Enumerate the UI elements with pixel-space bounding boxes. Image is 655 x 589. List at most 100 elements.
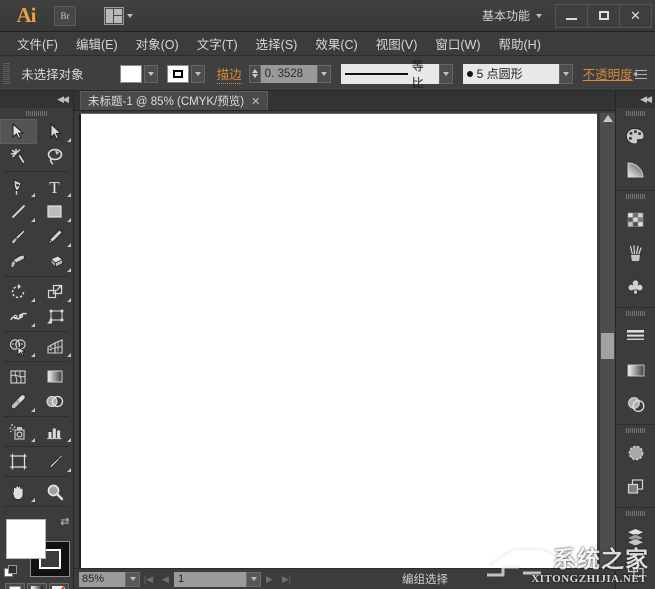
tool-slice[interactable]: [37, 449, 74, 474]
menu-select[interactable]: 选择(S): [247, 31, 307, 56]
panel-icon-swatches[interactable]: [616, 202, 655, 236]
stroke-profile-dropdown[interactable]: [438, 63, 453, 84]
close-button[interactable]: ✕: [619, 3, 652, 28]
tool-eraser[interactable]: [37, 249, 74, 274]
stroke-control[interactable]: [166, 64, 205, 83]
panel-icon-gradient[interactable]: [616, 353, 655, 387]
tool-free-transform[interactable]: [37, 304, 74, 329]
bridge-button[interactable]: Br: [54, 5, 76, 26]
tools-panel-grip[interactable]: [0, 108, 73, 119]
brush-definition-control[interactable]: 5 点圆形: [462, 63, 573, 84]
tool-zoom[interactable]: [37, 479, 74, 504]
menu-help[interactable]: 帮助(H): [490, 31, 550, 56]
panel-icon-stroke[interactable]: [616, 319, 655, 353]
brush-definition-dropdown[interactable]: [558, 63, 573, 84]
panel-icon-gradient-panel[interactable]: [616, 153, 655, 187]
dock-collapse-button[interactable]: ◀◀: [616, 91, 655, 108]
artboard-canvas[interactable]: [79, 113, 597, 568]
chevron-down-icon[interactable]: [127, 13, 133, 18]
tool-artboard[interactable]: [0, 449, 37, 474]
panel-icon-transparency[interactable]: [616, 387, 655, 421]
dock-group-grip[interactable]: [616, 508, 655, 519]
chevron-down-icon[interactable]: [536, 13, 542, 18]
last-artboard-button[interactable]: ▶|: [278, 572, 295, 587]
tool-type[interactable]: T: [37, 174, 74, 199]
menu-view[interactable]: 视图(V): [367, 31, 427, 56]
tool-rotate[interactable]: [0, 279, 37, 304]
menu-object[interactable]: 对象(O): [127, 31, 188, 56]
menu-type[interactable]: 文字(T): [188, 31, 247, 56]
artboard-number-input[interactable]: 1: [174, 571, 246, 587]
menu-file[interactable]: 文件(F): [8, 31, 67, 56]
vertical-scrollbar[interactable]: [599, 113, 615, 568]
stroke-weight-stepper[interactable]: [248, 64, 261, 83]
tools-collapse-button[interactable]: ◀◀: [0, 91, 73, 108]
stroke-weight-dropdown[interactable]: [316, 64, 331, 83]
fill-mode-color[interactable]: [4, 583, 25, 589]
close-icon[interactable]: ✕: [251, 95, 260, 108]
stroke-dropdown[interactable]: [190, 64, 205, 83]
stroke-swatch[interactable]: [166, 64, 189, 83]
panel-icon-symbols[interactable]: [616, 270, 655, 304]
zoom-level-dropdown[interactable]: [125, 571, 140, 587]
fill-mode-gradient[interactable]: [26, 583, 47, 589]
panel-icon-graphic-styles[interactable]: [616, 470, 655, 504]
tool-direct-selection[interactable]: [37, 119, 74, 144]
tool-column-graph[interactable]: [37, 419, 74, 444]
tool-perspective-grid[interactable]: [37, 334, 74, 359]
tool-hand[interactable]: [0, 479, 37, 504]
next-artboard-button[interactable]: ▶: [261, 572, 278, 587]
maximize-button[interactable]: [587, 3, 620, 28]
tool-symbol-sprayer[interactable]: [0, 419, 37, 444]
dock-group-grip[interactable]: [616, 191, 655, 202]
fill-dropdown[interactable]: [143, 64, 158, 83]
stroke-profile-control[interactable]: 等比: [340, 59, 453, 90]
tool-shape-builder[interactable]: [0, 334, 37, 359]
panel-icon-artboards[interactable]: [616, 553, 655, 587]
tool-rectangle[interactable]: [37, 199, 74, 224]
status-text[interactable]: 编组选择: [295, 571, 555, 587]
tool-gradient[interactable]: [37, 364, 74, 389]
double-chevron-left-icon[interactable]: ◀◀: [57, 94, 69, 105]
control-bar-grip[interactable]: [3, 62, 11, 85]
panel-icon-layers[interactable]: [616, 519, 655, 553]
artboard-navigation-dropdown[interactable]: [246, 571, 261, 587]
workspace-switcher[interactable]: 基本功能: [482, 7, 542, 24]
zoom-level-input[interactable]: 85%: [79, 571, 125, 587]
stroke-weight-control[interactable]: 0. 3528: [248, 64, 331, 83]
tool-lasso[interactable]: [37, 144, 74, 169]
stroke-profile-combo[interactable]: 等比: [340, 59, 439, 90]
tool-blend[interactable]: [37, 389, 74, 414]
previous-artboard-button[interactable]: ◀: [157, 572, 174, 587]
tool-width[interactable]: [0, 304, 37, 329]
tool-scale[interactable]: [37, 279, 74, 304]
tool-mesh[interactable]: [0, 364, 37, 389]
tool-blob-brush[interactable]: [0, 249, 37, 274]
fill-mode-none[interactable]: [48, 583, 69, 589]
tool-eyedropper[interactable]: [0, 389, 37, 414]
tool-paintbrush[interactable]: [0, 224, 37, 249]
arrange-documents-button[interactable]: [90, 6, 133, 25]
menu-window[interactable]: 窗口(W): [426, 31, 489, 56]
minimize-button[interactable]: [555, 3, 588, 28]
control-bar-menu-icon[interactable]: [632, 67, 647, 81]
panel-icon-color[interactable]: [616, 119, 655, 153]
menu-edit[interactable]: 编辑(E): [67, 31, 127, 56]
fill-control[interactable]: [119, 64, 158, 83]
tool-pencil[interactable]: [37, 224, 74, 249]
stroke-weight-label[interactable]: 描边: [216, 64, 242, 84]
swap-fill-stroke-icon[interactable]: ⇄: [60, 515, 69, 528]
scroll-up-icon[interactable]: [602, 115, 613, 122]
tool-line-segment[interactable]: [0, 199, 37, 224]
tool-magic-wand[interactable]: [0, 144, 37, 169]
dock-group-grip[interactable]: [616, 308, 655, 319]
first-artboard-button[interactable]: |◀: [140, 572, 157, 587]
fill-swatch[interactable]: [119, 64, 142, 83]
tool-selection[interactable]: [0, 119, 37, 144]
opacity-label[interactable]: 不透明度: [583, 64, 633, 83]
panel-icon-brushes[interactable]: [616, 236, 655, 270]
dock-group-grip[interactable]: [616, 425, 655, 436]
arrange-grid-icon[interactable]: [104, 6, 124, 25]
default-fill-stroke-icon[interactable]: [3, 565, 18, 579]
stroke-weight-input[interactable]: 0. 3528: [260, 64, 317, 83]
